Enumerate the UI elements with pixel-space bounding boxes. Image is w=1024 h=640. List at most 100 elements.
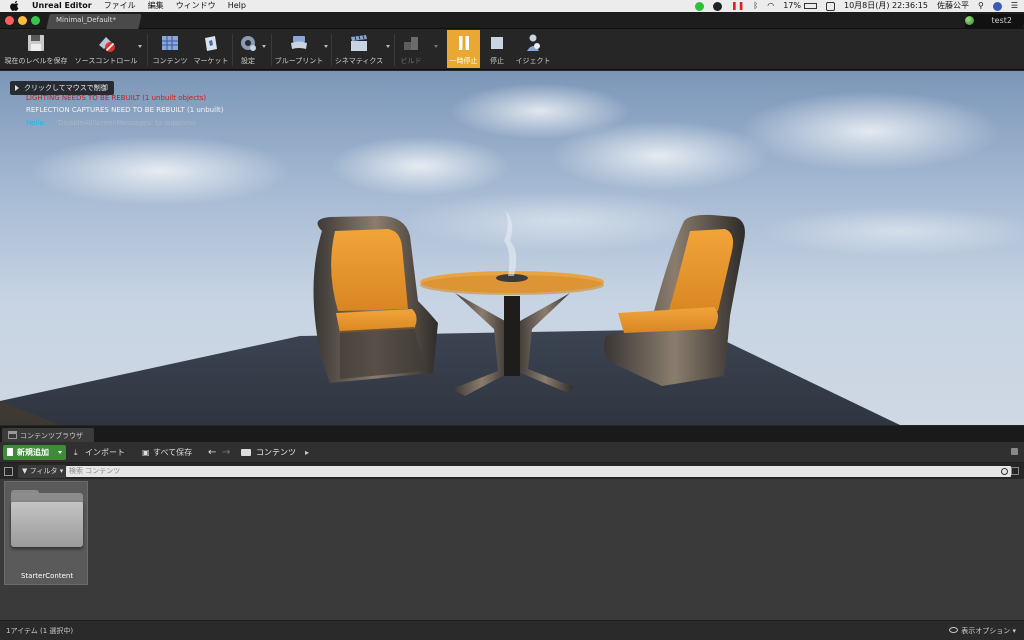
asset-name: StarterContent <box>20 572 74 580</box>
app-menu[interactable]: Unreal Editor <box>32 0 92 12</box>
menubar-clock[interactable]: 10月8日(月) 22:36:15 <box>844 0 928 12</box>
blueprints-label: ブループリント <box>274 57 324 65</box>
pause-label: 一時停止 <box>449 57 478 65</box>
search-icon[interactable] <box>1001 468 1008 475</box>
settings-button[interactable]: 設定 <box>234 30 262 68</box>
search-input[interactable]: 検索 コンテンツ <box>66 466 1011 477</box>
apple-icon[interactable] <box>10 1 20 11</box>
filters-label: フィルタ <box>29 467 58 475</box>
add-new-button[interactable]: 新規追加 <box>3 445 66 460</box>
save-level-label: 現在のレベルを保存 <box>4 57 68 65</box>
minimize-window-button[interactable] <box>18 16 27 25</box>
clapperboard-icon <box>349 33 369 53</box>
wifi-icon[interactable]: ◠ <box>767 0 774 12</box>
reflection-rebuild-message: REFLECTION CAPTURES NEED TO BE REBUILT (… <box>26 106 224 114</box>
keyboard-input-icon[interactable] <box>825 1 835 11</box>
source-control-button[interactable]: ソースコントロール <box>74 30 138 68</box>
history-back-icon[interactable]: ← <box>208 445 216 460</box>
eject-button[interactable]: イジェクト <box>515 30 551 68</box>
asset-view[interactable]: StarterContent <box>0 479 1024 620</box>
source-control-label: ソースコントロール <box>74 57 138 65</box>
content-browser-toolbar: 新規追加 ⤓ インポート ▣ すべて保存 ← → コンテンツ ▸ <box>0 442 1024 463</box>
level-document-tab-label: Minimal_Default* <box>56 16 116 24</box>
history-forward-icon[interactable]: → <box>222 445 230 460</box>
cinematics-button[interactable]: シネマティクス <box>334 30 384 68</box>
save-all-button[interactable]: ▣ すべて保存 <box>142 445 192 460</box>
menu-edit[interactable]: 編集 <box>148 0 164 12</box>
import-button[interactable]: ⤓ インポート <box>74 445 125 460</box>
menu-file[interactable]: ファイル <box>104 0 136 12</box>
save-level-button[interactable]: 現在のレベルを保存 <box>3 30 69 68</box>
view-options-button[interactable]: 表示オプション ▾ <box>949 626 1016 636</box>
macos-menubar: Unreal Editor ファイル 編集 ウィンドウ Help ❚❚ ᛒ ◠ … <box>0 0 1024 12</box>
spotlight-search-icon[interactable]: ⚲ <box>978 0 984 12</box>
zoom-window-button[interactable] <box>31 16 40 25</box>
build-label: ビルド <box>400 57 422 65</box>
cinematics-dropdown-arrow[interactable] <box>386 45 390 48</box>
globe-icon <box>965 16 974 25</box>
lock-icon[interactable] <box>1011 448 1018 455</box>
content-browser-icon <box>8 431 17 439</box>
project-name: test2 <box>991 16 1012 25</box>
menubar-status-area: ❚❚ ᛒ ◠ 17% 10月8日(月) 22:36:15 佐藤公平 ⚲ ☰ <box>686 0 1018 12</box>
line-app-icon[interactable] <box>695 1 704 11</box>
download-icon: ⤓ <box>74 448 78 457</box>
cinematics-label: シネマティクス <box>334 57 384 65</box>
siri-icon[interactable] <box>992 1 1002 11</box>
content-label: コンテンツ <box>152 57 188 65</box>
view-options-label: 表示オプション <box>961 627 1011 635</box>
click-to-control-hint[interactable]: クリックしてマウスで制御 <box>10 81 114 95</box>
blueprint-gamepad-icon <box>289 33 309 53</box>
item-count: 1アイテム (1 選択中) <box>6 627 74 635</box>
recording-pause-icon[interactable]: ❚❚ <box>731 0 744 12</box>
toolbar-separator <box>147 34 148 66</box>
notification-center-icon[interactable]: ☰ <box>1011 0 1018 12</box>
blueprints-dropdown-arrow[interactable] <box>324 45 328 48</box>
stop-button[interactable]: 停止 <box>483 30 511 68</box>
sources-panel-toggle-icon[interactable] <box>4 467 13 476</box>
build-dropdown-arrow[interactable] <box>434 45 438 48</box>
marketplace-button[interactable]: マーケット <box>193 30 229 68</box>
settings-label: 設定 <box>241 57 255 65</box>
close-window-button[interactable] <box>5 16 14 25</box>
eye-icon <box>949 627 959 633</box>
lighting-rebuild-message: LIGHTING NEEDS TO BE REBUILT (1 unbuilt … <box>26 94 207 102</box>
content-browser-tab[interactable]: コンテンツブラウザ <box>2 428 94 442</box>
suppress-messages-hint: 'DisableAllScreenMessages' to suppress <box>56 119 196 127</box>
toolbar-separator <box>271 34 272 66</box>
eject-player-icon <box>523 33 543 53</box>
toolbar-separator <box>331 34 332 66</box>
menubar-user[interactable]: 佐藤公平 <box>937 0 969 12</box>
toolbar-separator <box>232 34 233 66</box>
stop-square-icon <box>487 33 507 53</box>
battery-icon[interactable] <box>803 3 817 9</box>
save-search-icon[interactable] <box>1011 467 1019 475</box>
hello-message: Hello <box>26 119 44 127</box>
filter-search-row: ▼ フィルタ ▾ 検索 コンテンツ <box>0 464 1024 479</box>
stop-label: 停止 <box>490 57 504 65</box>
pause-button[interactable]: 一時停止 <box>447 30 480 68</box>
level-viewport[interactable]: クリックしてマウスで制御 LIGHTING NEEDS TO BE REBUIL… <box>0 71 1024 425</box>
toolbar-separator <box>394 34 395 66</box>
eject-label: イジェクト <box>515 57 551 65</box>
source-control-icon <box>96 33 116 53</box>
menu-help[interactable]: Help <box>228 0 246 12</box>
source-control-dropdown-arrow[interactable] <box>138 45 142 48</box>
content-browser-status-bar: 1アイテム (1 選択中) 表示オプション ▾ <box>0 620 1024 640</box>
settings-dropdown-arrow[interactable] <box>262 45 266 48</box>
bluetooth-icon[interactable]: ᛒ <box>753 0 758 12</box>
filter-funnel-icon: ▼ <box>22 467 28 475</box>
window-titlebar: Minimal_Default* test2 <box>0 12 1024 29</box>
build-button[interactable]: ビルド <box>396 30 426 68</box>
path-breadcrumb[interactable]: コンテンツ <box>256 445 296 460</box>
unreal-editor-window: Unreal Editor ファイル 編集 ウィンドウ Help ❚❚ ᛒ ◠ … <box>0 0 1024 640</box>
bolt-icon[interactable] <box>713 1 722 11</box>
gear-icon <box>238 33 258 53</box>
content-button[interactable]: コンテンツ <box>152 30 188 68</box>
asset-tile-starter-content[interactable]: StarterContent <box>4 481 88 585</box>
blueprints-button[interactable]: ブループリント <box>274 30 324 68</box>
breadcrumb-chevron-icon[interactable]: ▸ <box>305 445 309 460</box>
filters-button[interactable]: ▼ フィルタ ▾ <box>18 465 68 478</box>
menu-window[interactable]: ウィンドウ <box>176 0 216 12</box>
save-all-icon: ▣ <box>142 448 150 457</box>
